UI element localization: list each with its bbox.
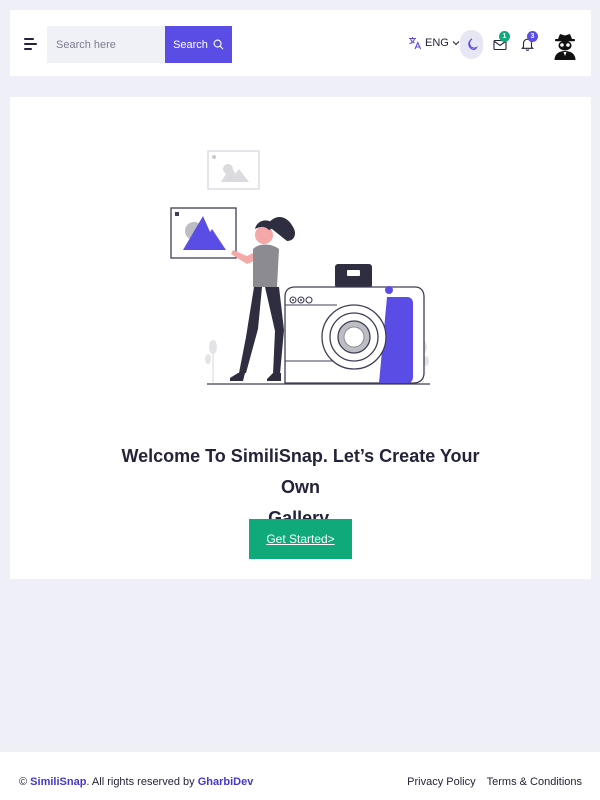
search-icon [213, 39, 224, 50]
search-input[interactable] [47, 26, 165, 63]
spy-avatar-icon [554, 34, 576, 60]
terms-conditions-link[interactable]: Terms & Conditions [487, 776, 582, 788]
photographer-illustration [170, 150, 430, 385]
menu-toggle-button[interactable] [24, 38, 38, 50]
messages-button[interactable]: 1 [493, 31, 510, 56]
search-button-label: Search [173, 38, 208, 51]
search-bar: Search [47, 26, 232, 63]
menu-line [24, 43, 37, 45]
author-link[interactable]: GharbiDev [198, 776, 254, 788]
rights-text: . All rights reserved by [86, 776, 198, 788]
footer-links: Privacy Policy Terms & Conditions [407, 776, 582, 788]
language-selector[interactable]: ENG [408, 36, 460, 50]
copyright-text: © SimiliSnap. All rights reserved by Gha… [19, 776, 253, 788]
menu-line [24, 48, 32, 50]
top-navbar: Search ENG 1 3 [10, 10, 591, 76]
brand-link[interactable]: SimiliSnap [30, 776, 86, 788]
user-avatar[interactable] [553, 32, 577, 60]
chevron-down-icon [452, 41, 460, 46]
dark-mode-toggle[interactable] [460, 30, 483, 59]
menu-line [24, 38, 34, 40]
copyright-prefix: © [19, 776, 31, 788]
get-started-button[interactable]: Get Started> [249, 519, 352, 559]
notifications-badge: 3 [527, 31, 538, 42]
moon-icon [467, 38, 478, 51]
notifications-button[interactable]: 3 [521, 31, 538, 56]
privacy-policy-link[interactable]: Privacy Policy [407, 776, 475, 788]
messages-badge: 1 [499, 31, 510, 42]
language-label: ENG [425, 37, 449, 49]
footer: © SimiliSnap. All rights reserved by Gha… [0, 752, 600, 800]
translate-icon [409, 37, 422, 50]
search-button[interactable]: Search [165, 26, 232, 63]
welcome-card: Welcome To SimiliSnap. Let’s Create Your… [10, 97, 591, 579]
welcome-line-1: Welcome To SimiliSnap. Let’s Create Your… [121, 446, 480, 497]
